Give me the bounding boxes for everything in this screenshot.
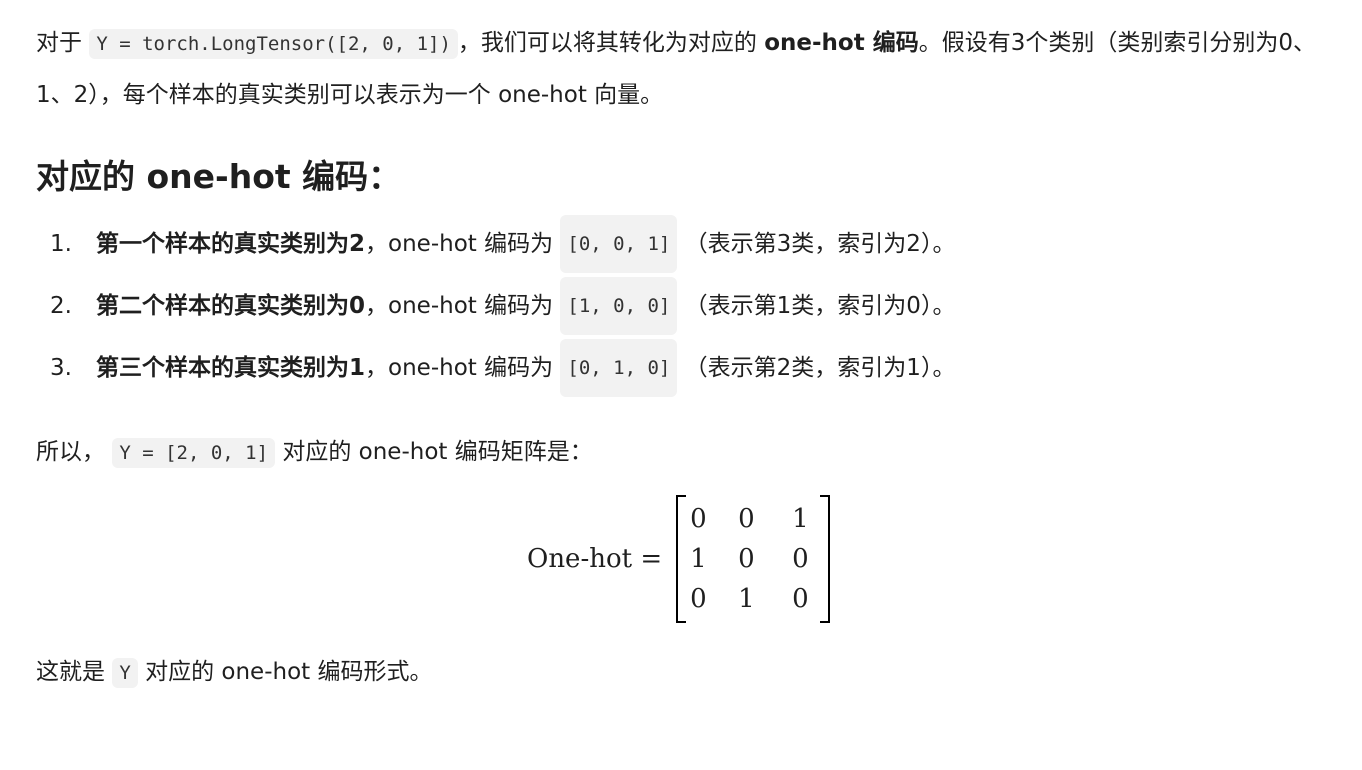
intro-paragraph: 对于 Y = torch.LongTensor([2, 0, 1]) ，我们可以将… bbox=[36, 18, 1336, 121]
matrix-cell: 1 bbox=[792, 504, 809, 534]
closing-paragraph: 这就是 Y 对应的 one-hot 编码形式。 bbox=[36, 647, 1336, 699]
summary-prefix: 所以， bbox=[36, 439, 105, 465]
list-note: （表示第1类，索引为0）。 bbox=[684, 293, 956, 319]
list-note: （表示第3类，索引为2）。 bbox=[684, 231, 956, 257]
matrix-cell: 0 bbox=[792, 544, 809, 574]
list-text: ，one-hot 编码为 bbox=[365, 231, 554, 257]
matrix-grid: 0 0 1 1 0 0 0 1 0 bbox=[686, 495, 820, 623]
list-note: （表示第2类，索引为1）。 bbox=[684, 355, 956, 381]
list-text: ，one-hot 编码为 bbox=[365, 355, 554, 381]
intro-middle: ，我们可以将其转化为对应的 bbox=[457, 30, 757, 56]
closing-prefix: 这就是 bbox=[36, 659, 105, 685]
closing-suffix: 对应的 one-hot 编码形式。 bbox=[145, 659, 433, 685]
matrix-cell: 1 bbox=[690, 544, 707, 574]
intro-prefix: 对于 bbox=[36, 30, 82, 56]
list-bold: 第一个样本的真实类别为2 bbox=[96, 231, 366, 257]
matrix-label: One-hot = bbox=[527, 544, 663, 574]
matrix-cell: 0 bbox=[738, 544, 755, 574]
list-number: 1. bbox=[50, 231, 72, 257]
sample-list: 1. 第一个样本的真实类别为2 ，one-hot 编码为 [0, 0, 1] （表… bbox=[36, 213, 1362, 399]
list-bold: 第二个样本的真实类别为0 bbox=[96, 293, 366, 319]
list-item: 3. 第三个样本的真实类别为1 ，one-hot 编码为 [0, 1, 0] （表… bbox=[36, 337, 1362, 399]
matrix-cell: 0 bbox=[792, 584, 809, 614]
inline-code-y-short: Y bbox=[112, 658, 138, 688]
list-bold: 第三个样本的真实类别为1 bbox=[96, 355, 366, 381]
list-number: 2. bbox=[50, 293, 72, 319]
list-item: 1. 第一个样本的真实类别为2 ，one-hot 编码为 [0, 0, 1] （表… bbox=[36, 213, 1362, 275]
inline-code-tensor: Y = torch.LongTensor([2, 0, 1]) bbox=[89, 29, 458, 59]
summary-suffix: 对应的 one-hot 编码矩阵是： bbox=[282, 439, 593, 465]
summary-paragraph: 所以， Y = [2, 0, 1] 对应的 one-hot 编码矩阵是： bbox=[36, 427, 1336, 479]
onehot-matrix-equation: One-hot = 0 0 1 1 0 0 0 1 0 bbox=[36, 491, 1362, 627]
onehot-matrix: 0 0 1 1 0 0 0 1 0 bbox=[676, 495, 831, 623]
right-bracket bbox=[820, 495, 831, 623]
section-heading: 对应的 one-hot 编码： bbox=[36, 157, 402, 196]
inline-code: [1, 0, 0] bbox=[560, 277, 678, 335]
left-bracket bbox=[676, 495, 687, 623]
document: 对于 Y = torch.LongTensor([2, 0, 1]) ，我们可以将… bbox=[0, 0, 1362, 770]
intro-bold-onehot: one-hot 编码 bbox=[764, 30, 919, 56]
matrix-cell: 1 bbox=[738, 584, 755, 614]
matrix-cell: 0 bbox=[690, 584, 707, 614]
matrix-cell: 0 bbox=[738, 504, 755, 534]
inline-code: [0, 1, 0] bbox=[560, 339, 678, 397]
matrix-cell: 0 bbox=[690, 504, 707, 534]
list-item: 2. 第二个样本的真实类别为0 ，one-hot 编码为 [1, 0, 0] （表… bbox=[36, 275, 1362, 337]
inline-code: [0, 0, 1] bbox=[560, 215, 678, 273]
inline-code-y: Y = [2, 0, 1] bbox=[112, 438, 276, 468]
list-text: ，one-hot 编码为 bbox=[365, 293, 554, 319]
list-number: 3. bbox=[50, 355, 72, 381]
